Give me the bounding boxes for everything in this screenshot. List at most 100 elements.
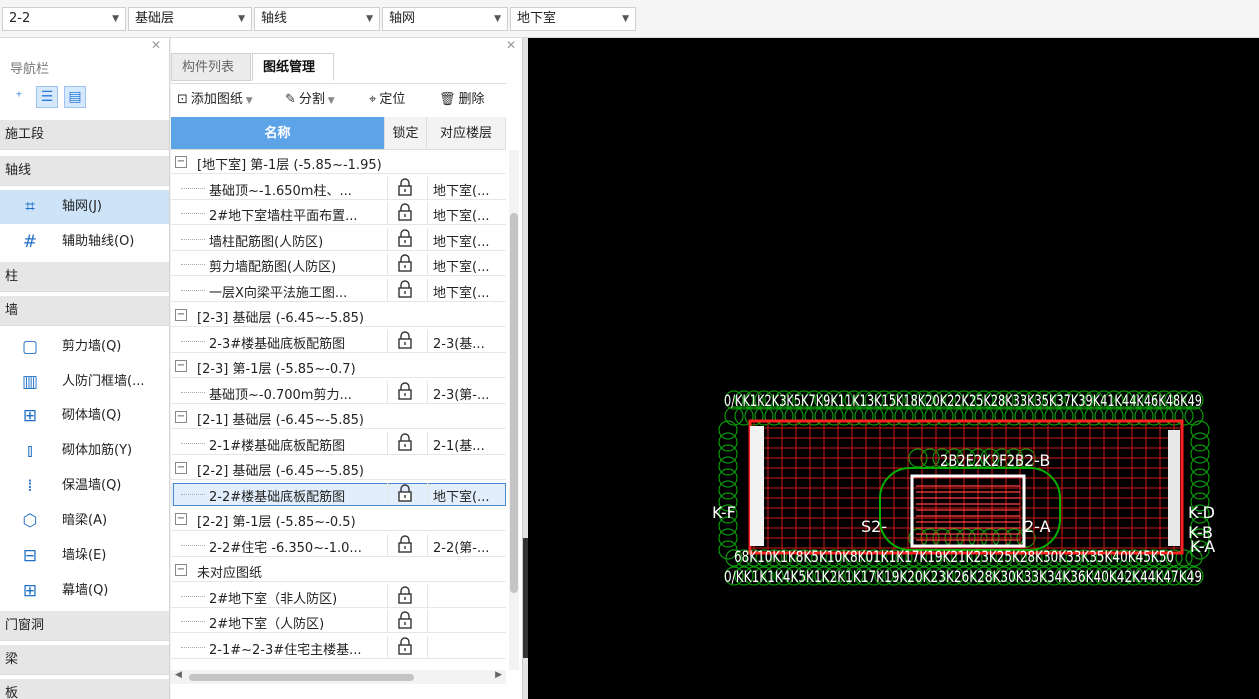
drawing-row[interactable]: 剪力墙配筋图(人防区) 地下室(... (171, 253, 506, 276)
drawing-row[interactable]: 2-3#楼基础底板配筋图 2-3(基... (171, 329, 506, 353)
nav-item-insulation-wall[interactable]: ⁞ 保温墙(Q) (0, 469, 169, 503)
nav-item-civil-defense-door-wall[interactable]: ▥ 人防门框墙(... (0, 365, 169, 399)
drawing-name: 剪力墙配筋图(人防区) (209, 260, 337, 275)
nav-category-openings[interactable]: 门窗洞 (0, 611, 169, 641)
component-combo[interactable]: 地下室 ▼ (510, 7, 636, 31)
nav-item-aux-axis[interactable]: # 辅助轴线(O) (0, 225, 169, 259)
collapse-icon[interactable]: − (175, 513, 187, 525)
horizontal-scroll-thumb[interactable] (189, 674, 414, 681)
drawing-row[interactable]: 墙柱配筋图(人防区) 地下室(... (171, 227, 506, 251)
floor-combo[interactable]: 基础层 ▼ (128, 7, 252, 31)
drawing-name: 基础顶~-1.650m柱、... (209, 183, 352, 199)
drawing-group-row[interactable]: − [2-3] 基础层 (-6.45~-5.85) (171, 304, 506, 327)
insulation-wall-icon: ⁞ (27, 476, 33, 496)
lock-icon[interactable] (397, 279, 413, 298)
nav-category-construction[interactable]: 施工段 (0, 120, 169, 150)
drawing-row[interactable]: 一层X向梁平法施工图... 地下室(... (171, 278, 506, 302)
drawing-row[interactable]: 基础顶~-0.700m剪力... 2-3(第-... (171, 380, 506, 404)
drawing-row[interactable]: 基础顶~-1.650m柱、... 地下室(... (171, 176, 506, 200)
column-header-lock[interactable]: 锁定 (385, 117, 427, 150)
drawing-group-row[interactable]: − [2-3] 第-1层 (-5.85~-0.7) (171, 355, 506, 378)
lock-icon[interactable] (397, 381, 413, 400)
lock-icon[interactable] (397, 203, 413, 221)
collapse-icon[interactable]: − (175, 411, 187, 423)
drawing-group-row[interactable]: − 未对应图纸 (171, 559, 506, 582)
cell-divider (427, 202, 428, 224)
nav-item-curtain-wall[interactable]: ⊞ 幕墙(Q) (0, 574, 169, 608)
lock-icon[interactable] (397, 228, 413, 247)
drawing-floor: 地下室(... (433, 183, 490, 199)
drawing-group-row[interactable]: − [2-2] 第-1层 (-5.85~-0.5) (171, 508, 506, 531)
drawing-floor: 2-2(第-... (433, 540, 490, 556)
lock-icon[interactable] (397, 483, 413, 502)
drawing-group-row[interactable]: − [2-1] 基础层 (-6.45~-5.85) (171, 406, 506, 429)
vertical-scroll-thumb[interactable] (510, 213, 518, 593)
lock-icon[interactable] (397, 585, 413, 604)
lock-icon[interactable] (397, 432, 413, 451)
drawing-row[interactable]: 2-2#楼基础底板配筋图 地下室(... (171, 482, 506, 506)
component-type-combo[interactable]: 轴网 ▼ (382, 7, 508, 31)
pin-icon[interactable]: ⁺ (8, 86, 30, 108)
nav-item-masonry-wall[interactable]: ⊞ 砌体墙(Q) (0, 399, 169, 433)
lock-icon[interactable] (397, 534, 413, 553)
tab-drawing-management[interactable]: 图纸管理 (252, 53, 334, 81)
axis-2b-label: 2-B (1024, 451, 1050, 470)
collapse-icon[interactable]: − (175, 564, 187, 576)
group-label: [地下室] 第-1层 (-5.85~-1.95) (197, 158, 382, 173)
collapse-icon[interactable]: − (175, 309, 187, 321)
drawing-group-row[interactable]: − [2-2] 基础层 (-6.45~-5.85) (171, 457, 506, 480)
drawing-row[interactable]: 2-1#~2-3#住宅主楼基... (171, 635, 506, 659)
nav-item-wall-pier[interactable]: ⊟ 墙垛(E) (0, 539, 169, 573)
tree-line (181, 289, 205, 291)
nav-item-grid[interactable]: ⌗ 轴网(J) (0, 190, 169, 224)
scroll-left-icon[interactable]: ◀ (175, 670, 182, 680)
cell-divider (387, 278, 388, 301)
close-icon[interactable]: ✕ (506, 38, 516, 52)
partition-combo[interactable]: 2-2 ▼ (2, 7, 126, 31)
lock-icon[interactable] (397, 177, 413, 196)
collapse-icon[interactable]: − (175, 462, 187, 474)
close-icon[interactable]: ✕ (151, 38, 161, 52)
nav-category-column[interactable]: 柱 (0, 262, 169, 292)
lock-icon[interactable] (397, 254, 413, 272)
add-drawing-button[interactable]: ⊡ 添加图纸 ▼ (177, 90, 253, 111)
drawing-row[interactable]: 2#地下室（人防区) (171, 610, 506, 633)
drawing-row[interactable]: 2#地下室墙柱平面布置... 地下室(... (171, 202, 506, 225)
nav-category-beam[interactable]: 梁 (0, 645, 169, 675)
lock-icon[interactable] (397, 611, 413, 629)
right-wall (1168, 430, 1180, 546)
tab-component-list[interactable]: 构件列表 (171, 53, 251, 81)
cell-divider (387, 635, 388, 658)
collapse-icon[interactable]: − (175, 156, 187, 168)
masonry-wall-icon: ⊞ (22, 406, 38, 426)
drawing-row[interactable]: 2#地下室（非人防区) (171, 584, 506, 608)
column-header-name[interactable]: 名称 (171, 117, 385, 150)
category-combo[interactable]: 轴线 ▼ (254, 7, 380, 31)
delete-button[interactable]: 🗑 删除 (439, 90, 485, 110)
nav-item-shear-wall[interactable]: ▢ 剪力墙(Q) (0, 330, 169, 364)
locate-button[interactable]: ⌖ 定位 (369, 90, 405, 110)
list-view-icon[interactable]: ☰ (36, 86, 58, 108)
cell-divider (387, 176, 388, 199)
split-label: 分割 (298, 92, 325, 107)
drawing-canvas[interactable]: 0/KK1K2K3K5K7K9K11K13K15K18K20K22K25K28K… (528, 38, 1259, 699)
lock-icon[interactable] (397, 330, 413, 349)
detail-view-icon[interactable]: ▤ (64, 86, 86, 108)
nav-view-toolbar: ⁺ ☰ ▤ (8, 86, 92, 112)
split-button[interactable]: ✎ 分割 ▼ (285, 90, 335, 111)
nav-category-slab[interactable]: 板 (0, 679, 169, 699)
drawing-group-row[interactable]: − [地下室] 第-1层 (-5.85~-1.95) (171, 151, 506, 174)
scroll-right-icon[interactable]: ▶ (495, 670, 502, 680)
drawing-name: 一层X向梁平法施工图... (209, 285, 348, 301)
nav-item-masonry-rebar[interactable]: ⫾ 砌体加筋(Y) (0, 434, 169, 468)
cell-divider (427, 482, 428, 505)
nav-category-axis[interactable]: 轴线 (0, 156, 169, 186)
collapse-icon[interactable]: − (175, 360, 187, 372)
drawing-row[interactable]: 2-2#住宅 -6.350~-1.0... 2-2(第-... (171, 533, 506, 557)
nav-item-hidden-beam[interactable]: ⬡ 暗梁(A) (0, 504, 169, 538)
column-header-floor[interactable]: 对应楼层 (427, 117, 506, 150)
cell-divider (427, 610, 428, 632)
drawing-row[interactable]: 2-1#楼基础底板配筋图 2-1(基... (171, 431, 506, 455)
lock-icon[interactable] (397, 636, 413, 655)
nav-category-wall[interactable]: 墙 (0, 296, 169, 326)
